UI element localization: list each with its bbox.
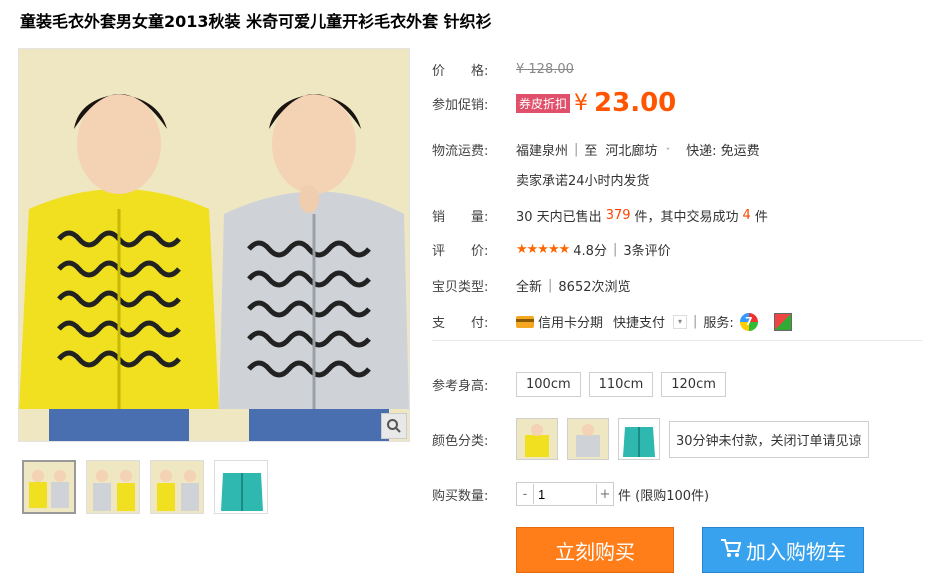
quick-pay-link[interactable]: 快捷支付 — [613, 312, 665, 331]
dropdown-icon[interactable]: ▾ — [673, 314, 688, 329]
color-label: 颜色分类: — [432, 433, 489, 449]
shipping-row: 物流运费: 福建泉州 | 至 河北廊坊 ˇ 快递: 免运费 — [432, 140, 760, 159]
sales-suffix: 件 — [754, 210, 768, 225]
zoom-icon[interactable] — [381, 413, 407, 439]
shipping-label: 物流运费: — [432, 144, 489, 159]
size-label: 参考身高: — [432, 379, 489, 394]
size-option[interactable]: 120cm — [661, 372, 726, 397]
decrease-button[interactable]: - — [517, 487, 533, 502]
rating-score: 4.8分 — [573, 244, 607, 259]
quantity-stepper: - + — [516, 482, 614, 506]
sales-prefix: 30 天内已售出 — [516, 210, 602, 225]
buy-now-label: 立刻购买 — [555, 539, 635, 564]
sales-mid: 件，其中交易成功 — [634, 210, 739, 225]
ship-to: 河北廊坊 — [605, 144, 658, 159]
rating-label: 评 价: — [432, 244, 489, 259]
promo-price: 23.00 — [594, 88, 677, 118]
thumbnail-3[interactable] — [150, 460, 204, 514]
ship-from: 福建泉州 — [516, 144, 569, 159]
express-fee: 快递: 免运费 — [686, 144, 760, 159]
color-row: 颜色分类: 30分钟未付款，关闭订单请见谅 — [432, 418, 869, 460]
quantity-row: 购买数量: - + 件 (限购100件) — [432, 482, 709, 506]
price-row: 价 格: ¥ 128.00 — [432, 60, 574, 79]
quantity-input[interactable] — [533, 484, 597, 504]
sales-label: 销 量: — [432, 210, 489, 225]
buy-now-button[interactable]: 立刻购买 — [516, 527, 674, 573]
cart-icon — [720, 538, 742, 563]
type-label: 宝贝类型: — [432, 280, 489, 295]
currency-symbol: ¥ — [574, 90, 589, 116]
service-guarantee-icon[interactable] — [773, 312, 792, 331]
payment-row: 支 付: 信用卡分期 快捷支付 ▾ | 服务: 7 — [432, 312, 792, 331]
increase-button[interactable]: + — [597, 487, 613, 502]
condition: 全新 — [516, 280, 543, 295]
ship-to-select[interactable]: 河北廊坊 ˇ — [605, 140, 670, 159]
product-title: 童装毛衣外套男女童2013秋装 米奇可爱儿童开衫毛衣外套 针织衫 — [20, 12, 492, 31]
quantity-limit: 件 (限购100件) — [618, 488, 710, 504]
promo-label: 参加促销: — [432, 97, 489, 113]
color-option-teal[interactable] — [618, 418, 660, 460]
service-label: 服务: — [703, 316, 734, 331]
service-7day-icon[interactable]: 7 — [739, 312, 758, 331]
payment-label: 支 付: — [432, 316, 489, 331]
sales-row: 销 量: 30 天内已售出 379 件，其中交易成功 4 件 — [432, 206, 768, 225]
chevron-down-icon: ˇ — [665, 148, 671, 158]
credit-card-icon — [516, 315, 534, 328]
quantity-label: 购买数量: — [432, 488, 489, 504]
promo-row: 参加促销: 券皮折扣 ¥ 23.00 — [432, 88, 676, 118]
ship-promise: 卖家承诺24小时内发货 — [516, 174, 650, 189]
add-to-cart-button[interactable]: 加入购物车 — [702, 527, 864, 573]
add-to-cart-label: 加入购物车 — [746, 539, 846, 564]
rating-row: 评 价: ★★★★★ 4.8分 | 3条评价 — [432, 240, 671, 259]
card-installment-link[interactable]: 信用卡分期 — [538, 312, 603, 331]
original-price: ¥ 128.00 — [516, 62, 574, 77]
thumbnail-strip — [22, 460, 268, 514]
two-boys-sweater-photo — [19, 49, 409, 441]
rating-stars-icon: ★★★★★ — [516, 242, 570, 257]
thumbnail-1[interactable] — [22, 460, 76, 514]
size-option[interactable]: 100cm — [516, 372, 581, 397]
promo-badge: 券皮折扣 — [516, 93, 571, 113]
view-count: 8652次浏览 — [558, 280, 631, 295]
product-main-image[interactable] — [18, 48, 410, 442]
price-label: 价 格: — [432, 64, 489, 79]
sales-success: 4 — [742, 208, 751, 223]
sales-count: 379 — [605, 208, 631, 223]
color-option-grey[interactable] — [567, 418, 609, 460]
review-count-link[interactable]: 3条评价 — [623, 240, 670, 259]
color-option-yellow[interactable] — [516, 418, 558, 460]
ship-to-word: 至 — [584, 144, 598, 159]
payment-tip: 30分钟未付款，关闭订单请见谅 — [669, 420, 869, 458]
type-row: 宝贝类型: 全新 | 8652次浏览 — [432, 278, 631, 295]
thumbnail-4[interactable] — [214, 460, 268, 514]
size-row: 参考身高: 100cm 110cm 120cm — [432, 372, 734, 397]
divider — [432, 340, 922, 341]
thumbnail-2[interactable] — [86, 460, 140, 514]
size-option[interactable]: 110cm — [588, 372, 654, 397]
